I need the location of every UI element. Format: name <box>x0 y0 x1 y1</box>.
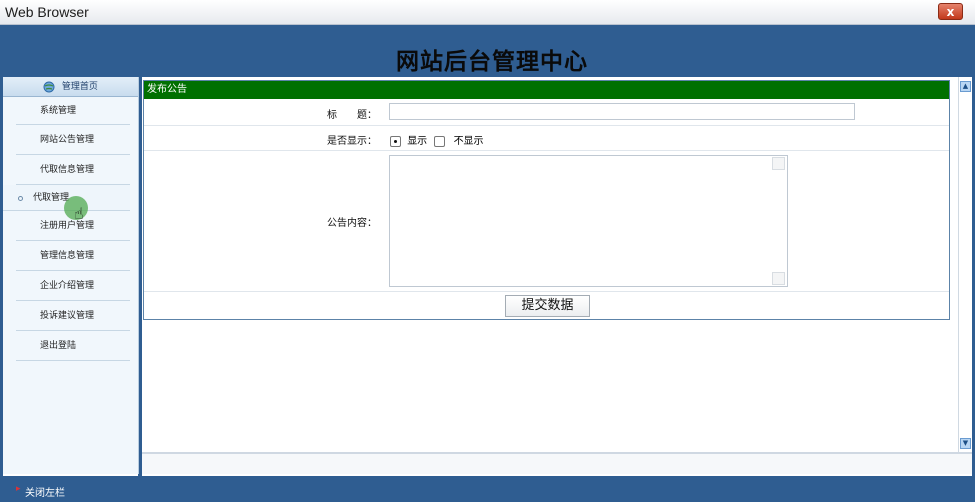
form-row-submit: 提交数据 <box>144 292 949 319</box>
bullet-icon <box>18 196 23 201</box>
show-option-label: 显示 <box>407 136 428 147</box>
window-title: Web Browser <box>5 4 89 20</box>
textarea-scroll-down[interactable] <box>772 272 785 285</box>
form-row-title: 标 题： <box>144 100 949 126</box>
scroll-down-icon[interactable]: ▼ <box>960 438 971 449</box>
show-radio-group: 显示 不显示 <box>390 132 484 147</box>
show-radio[interactable] <box>390 135 401 147</box>
content-label: 公告内容： <box>327 218 377 229</box>
sidebar-item-company[interactable]: 企业介绍管理 <box>16 271 130 301</box>
globe-icon <box>43 81 55 92</box>
page-scrollbar[interactable]: ▲ ▼ <box>958 77 972 453</box>
window-title-bar: Web Browser x <box>0 0 975 25</box>
sidebar-home[interactable]: 管理首页 <box>3 77 138 97</box>
show-label: 是否显示： <box>327 136 377 147</box>
site-header: 网站后台管理中心 <box>0 25 975 77</box>
sidebar-item-admin-info[interactable]: 管理信息管理 <box>16 241 130 271</box>
title-input[interactable] <box>389 103 855 120</box>
sidebar-item-pickup-info[interactable]: 代取信息管理 <box>16 155 130 185</box>
title-label: 标 题： <box>327 110 377 121</box>
site-title: 网站后台管理中心 <box>396 48 588 75</box>
sidebar-item-complaints[interactable]: 投诉建议管理 <box>16 301 130 331</box>
main-content: 发布公告 标 题： 是否显示： 显示 不显示 公告内容： 提交数据 <box>142 77 958 453</box>
scroll-up-icon[interactable]: ▲ <box>960 81 971 92</box>
form-row-content: 公告内容： <box>144 151 949 292</box>
footer-bar: 关闭左栏 <box>0 476 975 502</box>
close-sidebar-link[interactable]: 关闭左栏 <box>16 484 65 499</box>
announcement-form-panel: 发布公告 标 题： 是否显示： 显示 不显示 公告内容： 提交数据 <box>143 80 950 320</box>
hand-cursor-icon: ☝ <box>74 204 84 223</box>
sidebar-item-logout[interactable]: 退出登陆 <box>16 331 130 361</box>
hide-radio[interactable] <box>434 135 446 147</box>
submit-button[interactable]: 提交数据 <box>505 295 590 317</box>
sidebar: 管理首页 系统管理 网站公告管理 代取信息管理 代取管理 注册用户管理 管理信息… <box>3 77 139 474</box>
content-textarea[interactable] <box>389 155 788 287</box>
panel-title: 发布公告 <box>144 81 949 99</box>
horizontal-scrollbar[interactable] <box>142 452 972 474</box>
sidebar-item-label: 代取管理 <box>33 193 70 203</box>
sidebar-home-label: 管理首页 <box>61 82 98 92</box>
textarea-scroll-up[interactable] <box>772 157 785 170</box>
window-close-button[interactable]: x <box>938 3 963 20</box>
form-row-show: 是否显示： 显示 不显示 <box>144 126 949 151</box>
hide-option-label: 不显示 <box>453 136 484 147</box>
sidebar-item-announcements[interactable]: 网站公告管理 <box>16 125 130 155</box>
sidebar-item-system[interactable]: 系统管理 <box>16 97 130 125</box>
